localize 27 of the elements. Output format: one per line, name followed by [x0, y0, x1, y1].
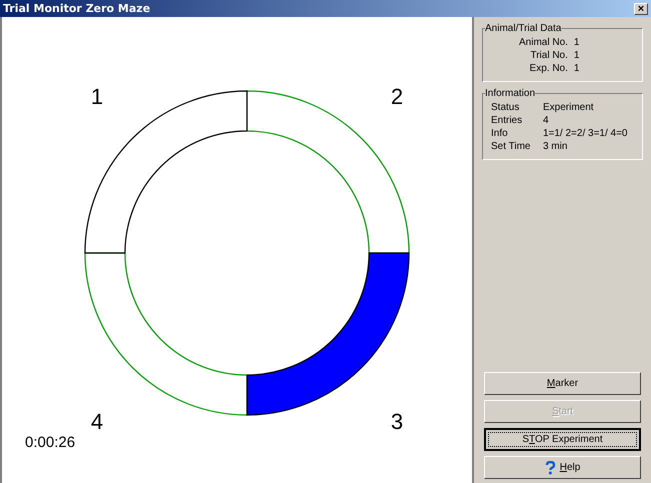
field-label: Exp. No. — [528, 62, 568, 75]
action-button[interactable]: Marker — [484, 372, 641, 395]
field-label: Animal No. — [519, 36, 568, 49]
field-value: 1 — [574, 49, 580, 62]
question-mark-icon — [544, 460, 556, 474]
field-value: 1=1/ 2=2/ 3=1/ 4=0 — [542, 127, 628, 140]
field-value: 1 — [574, 36, 580, 49]
field-value: 4 — [542, 114, 550, 127]
field-label: Status — [491, 101, 520, 114]
help-button[interactable]: Help — [484, 456, 641, 479]
action-button[interactable]: STOP Experiment — [484, 428, 641, 451]
elapsed-time: 0:00:26 — [25, 434, 76, 451]
field-label: Set Time — [491, 140, 532, 153]
field-label: Info — [491, 127, 509, 140]
group-title: Animal/Trial Data — [485, 23, 562, 34]
arm-number: 4 — [90, 409, 104, 434]
arm-number: 3 — [390, 409, 404, 434]
field-label: Trial No. — [529, 49, 568, 62]
field-label: Entries — [491, 114, 524, 127]
arm-number: 2 — [390, 84, 404, 109]
arm-number: 1 — [90, 84, 104, 109]
field-value: Experiment — [542, 101, 595, 114]
window-title: Trial Monitor Zero Maze — [3, 2, 150, 15]
group-title: Information — [485, 88, 536, 99]
field-value: 3 min — [542, 140, 568, 153]
close-button[interactable]: × — [634, 2, 648, 14]
field-value: 1 — [574, 62, 580, 75]
